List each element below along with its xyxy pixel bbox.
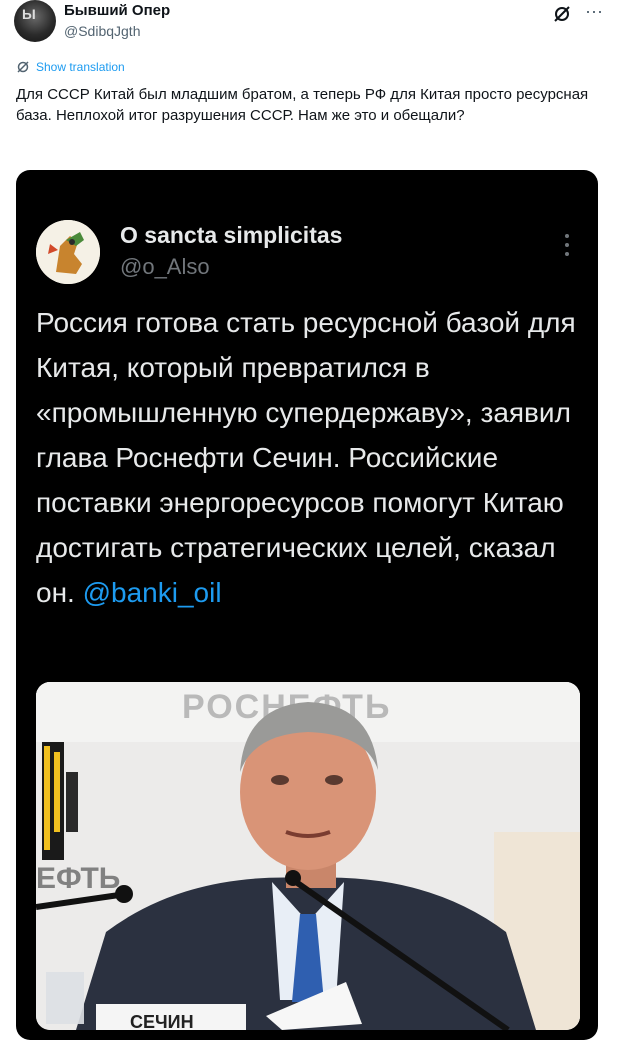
speaker-photo: РОСНЕФТЬ ЕФТЬ СЕЧИН [36, 682, 580, 1030]
translate-icon [17, 61, 29, 73]
quoted-author-name: O sancta simplicitas [120, 222, 343, 248]
grok-icon[interactable] [552, 4, 572, 24]
more-icon[interactable]: ⋯ [585, 2, 604, 23]
show-translation-link[interactable]: Show translation [16, 60, 125, 74]
author-handle[interactable]: @SdibqJgth [64, 23, 140, 39]
vertical-more-icon [565, 234, 569, 256]
quoted-text: Россия готова стать ресурсной базой для … [36, 307, 576, 608]
quoted-author-handle: @o_Also [120, 254, 210, 279]
side-logo-text: ЕФТЬ [36, 862, 120, 895]
speaker-photo-illustration: РОСНЕФТЬ ЕФТЬ СЕЧИН [36, 682, 580, 1030]
quoted-avatar-illustration [36, 220, 100, 284]
quoted-text-block: Россия готова стать ресурсной базой для … [36, 300, 581, 615]
avatar-image: Ы [22, 6, 36, 22]
author-name[interactable]: Бывший Опер [64, 2, 170, 19]
media-attachment[interactable]: O sancta simplicitas @o_Also Россия гото… [16, 170, 598, 1040]
quoted-avatar [36, 220, 100, 284]
tweet-text: Для СССР Китай был младшим братом, а теп… [16, 86, 589, 124]
nameplate-text: СЕЧИН [130, 1012, 194, 1030]
author-avatar[interactable]: Ы [14, 0, 56, 42]
show-translation-label: Show translation [36, 60, 125, 74]
mention-link: @banki_oil [82, 577, 222, 608]
